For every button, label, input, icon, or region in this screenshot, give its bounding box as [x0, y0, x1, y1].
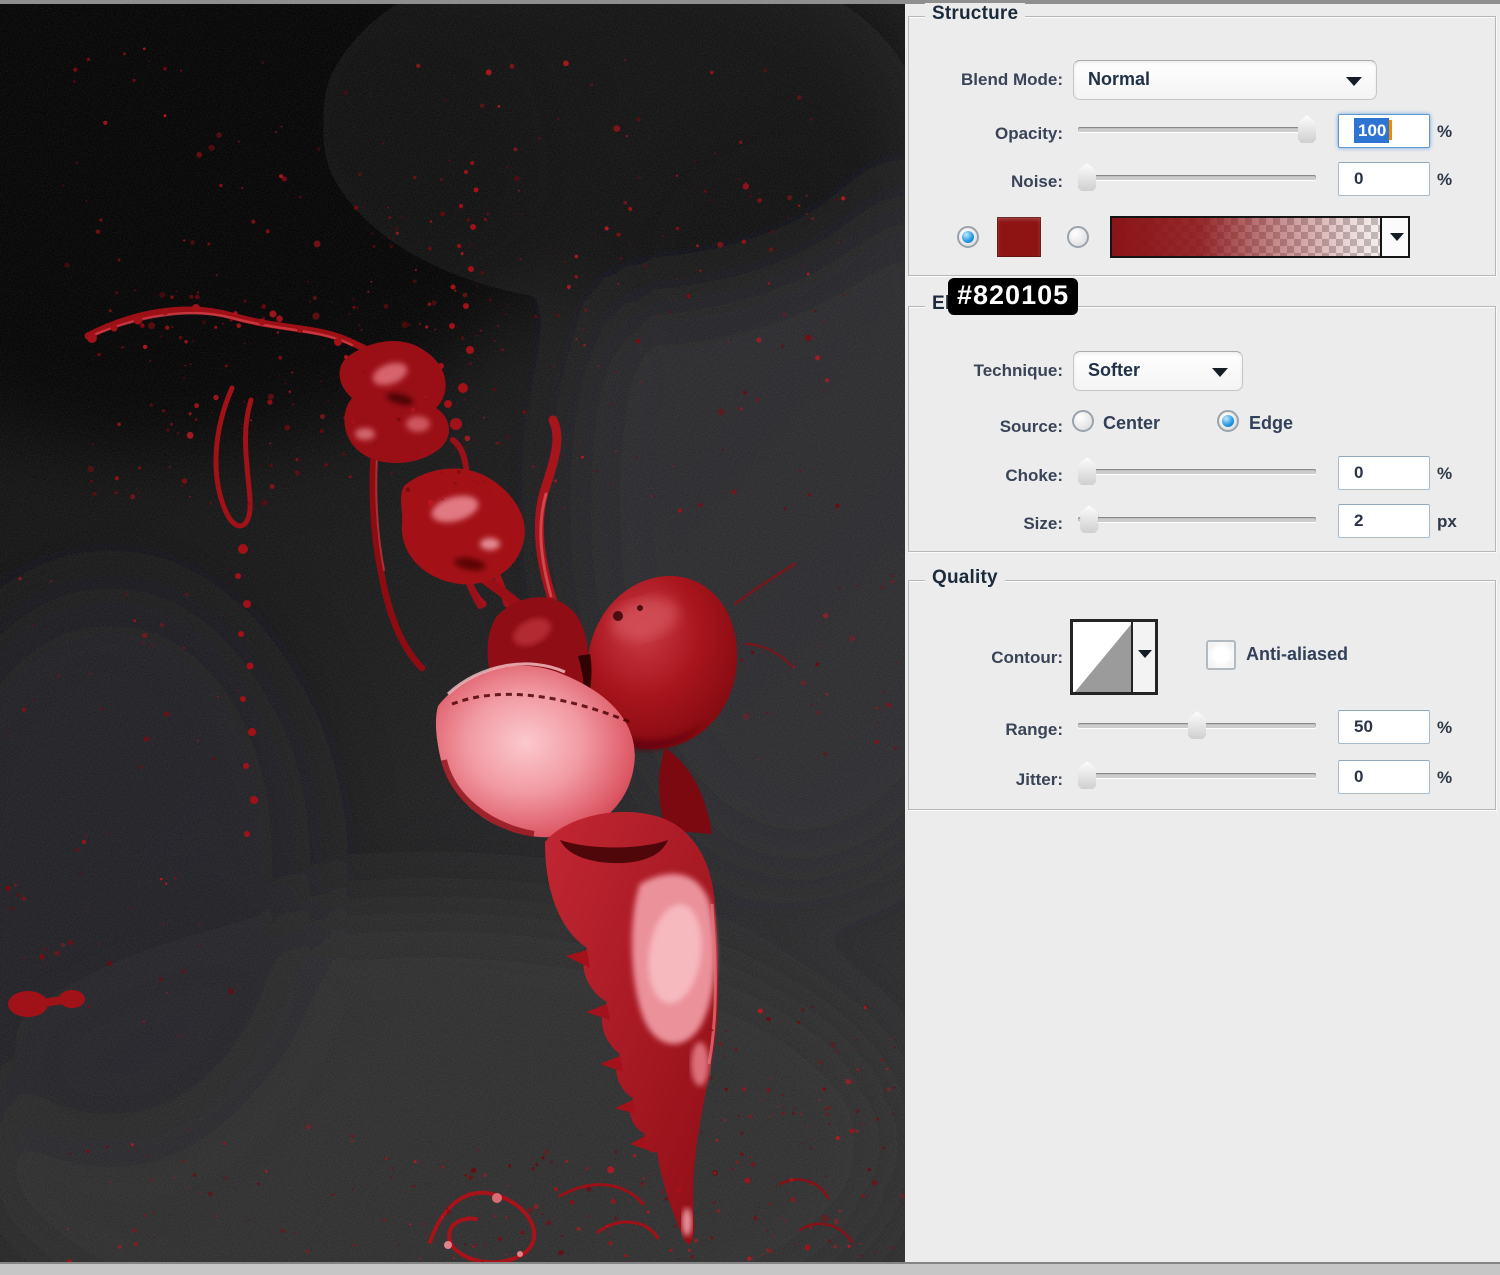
opacity-input-selected-text: 100	[1354, 118, 1389, 143]
blend-mode-value: Normal	[1088, 69, 1150, 90]
source-edge-label[interactable]: Edge	[1249, 413, 1293, 434]
contour-thumbnail	[1073, 622, 1133, 692]
gradient-picker-arrow[interactable]	[1380, 218, 1408, 256]
noise-unit: %	[1437, 170, 1452, 190]
range-slider-thumb[interactable]	[1188, 711, 1206, 739]
choke-unit: %	[1437, 464, 1452, 484]
chevron-down-icon	[1346, 77, 1362, 86]
source-radio-edge[interactable]	[1217, 410, 1239, 432]
choke-slider[interactable]	[1078, 456, 1316, 486]
contour-dropdown-arrow[interactable]	[1131, 622, 1155, 692]
antialiased-label[interactable]: Anti-aliased	[1246, 644, 1348, 665]
opacity-input[interactable]: 100	[1338, 114, 1430, 148]
range-label: Range:	[905, 720, 1063, 740]
blend-mode-select[interactable]: Normal	[1073, 60, 1377, 100]
jitter-slider[interactable]	[1078, 760, 1316, 790]
technique-value: Softer	[1088, 360, 1140, 381]
noise-label: Noise:	[905, 172, 1063, 192]
noise-input-value: 0	[1354, 169, 1363, 188]
noise-slider[interactable]	[1078, 162, 1316, 192]
text-caret	[1389, 120, 1392, 140]
size-slider[interactable]	[1078, 504, 1316, 534]
quality-section-title: Quality	[925, 567, 1005, 589]
range-input[interactable]: 50	[1338, 710, 1430, 744]
choke-label: Choke:	[905, 466, 1063, 486]
technique-label: Technique:	[905, 361, 1063, 381]
chevron-down-icon	[1212, 368, 1228, 377]
size-input-value: 2	[1354, 511, 1363, 530]
antialiased-checkbox[interactable]	[1206, 640, 1236, 670]
opacity-slider-thumb[interactable]	[1298, 115, 1316, 143]
range-unit: %	[1437, 718, 1452, 738]
layer-style-panel: Structure Blend Mode: Normal Opacity: 10…	[905, 4, 1500, 1262]
opacity-unit: %	[1437, 122, 1452, 142]
glow-color-swatch[interactable]	[997, 217, 1041, 257]
noise-slider-thumb[interactable]	[1078, 163, 1096, 191]
choke-slider-track[interactable]	[1078, 469, 1316, 474]
fill-gradient-radio[interactable]	[1067, 226, 1089, 248]
opacity-label: Opacity:	[905, 124, 1063, 144]
range-slider[interactable]	[1078, 710, 1316, 740]
contour-picker[interactable]	[1070, 619, 1158, 695]
size-unit: px	[1437, 512, 1457, 532]
range-input-value: 50	[1354, 717, 1373, 736]
size-input[interactable]: 2	[1338, 504, 1430, 538]
chevron-down-icon	[1138, 650, 1152, 658]
splash-artwork-svg	[0, 4, 905, 1262]
source-center-label[interactable]: Center	[1103, 413, 1160, 434]
chevron-down-icon	[1390, 233, 1404, 241]
opacity-slider[interactable]	[1078, 114, 1316, 144]
page-bottom-border	[0, 1262, 1500, 1275]
jitter-slider-track[interactable]	[1078, 773, 1316, 778]
jitter-input[interactable]: 0	[1338, 760, 1430, 794]
contour-label: Contour:	[905, 648, 1063, 668]
choke-slider-thumb[interactable]	[1078, 457, 1096, 485]
source-label: Source:	[905, 417, 1063, 437]
blend-mode-label: Blend Mode:	[905, 70, 1063, 90]
choke-input[interactable]: 0	[1338, 456, 1430, 490]
jitter-label: Jitter:	[905, 770, 1063, 790]
size-slider-thumb[interactable]	[1080, 505, 1098, 533]
noise-input[interactable]: 0	[1338, 162, 1430, 196]
splash-artwork	[0, 4, 905, 1262]
color-hex-tooltip: #820105	[948, 278, 1078, 315]
source-radio-center[interactable]	[1072, 410, 1094, 432]
jitter-unit: %	[1437, 768, 1452, 788]
screenshot-root: Structure Blend Mode: Normal Opacity: 10…	[0, 0, 1500, 1275]
technique-select[interactable]: Softer	[1073, 351, 1243, 391]
gradient-bar[interactable]	[1110, 216, 1410, 258]
opacity-slider-track[interactable]	[1078, 127, 1316, 132]
jitter-slider-thumb[interactable]	[1078, 761, 1096, 789]
choke-input-value: 0	[1354, 463, 1363, 482]
noise-slider-track[interactable]	[1078, 175, 1316, 180]
structure-section-title: Structure	[925, 3, 1025, 25]
size-label: Size:	[905, 514, 1063, 534]
fill-color-radio[interactable]	[957, 226, 979, 248]
jitter-input-value: 0	[1354, 767, 1363, 786]
size-slider-track[interactable]	[1078, 517, 1316, 522]
